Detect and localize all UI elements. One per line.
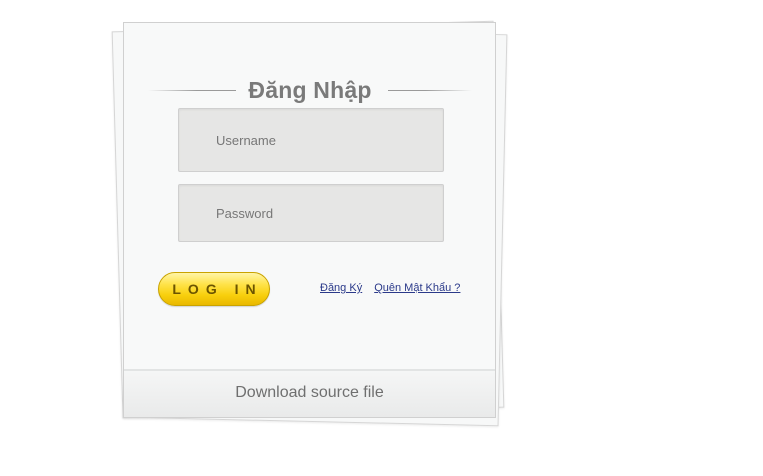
- title-row: Đăng Nhập: [124, 75, 495, 105]
- page: Đăng Nhập LOG IN Đăng KýQuên Mật Khẩu ? …: [0, 0, 763, 476]
- auth-links: Đăng Ký Quên Mật Khẩu ?: [320, 282, 460, 294]
- title-divider-right: [388, 90, 472, 91]
- login-button[interactable]: LOG IN: [158, 272, 270, 306]
- username-input[interactable]: [179, 109, 443, 171]
- password-input[interactable]: [179, 185, 443, 241]
- forgot-password-link[interactable]: Quên Mật Khẩu ?: [374, 282, 460, 294]
- password-field: [178, 184, 444, 242]
- username-field: [178, 108, 444, 172]
- page-title: Đăng Nhập: [248, 77, 372, 103]
- register-link[interactable]: Đăng Ký: [320, 282, 362, 294]
- title-divider-left: [148, 90, 236, 91]
- download-source-button[interactable]: Download source file: [124, 369, 495, 417]
- login-card: Đăng Nhập LOG IN Đăng KýQuên Mật Khẩu ? …: [123, 22, 496, 418]
